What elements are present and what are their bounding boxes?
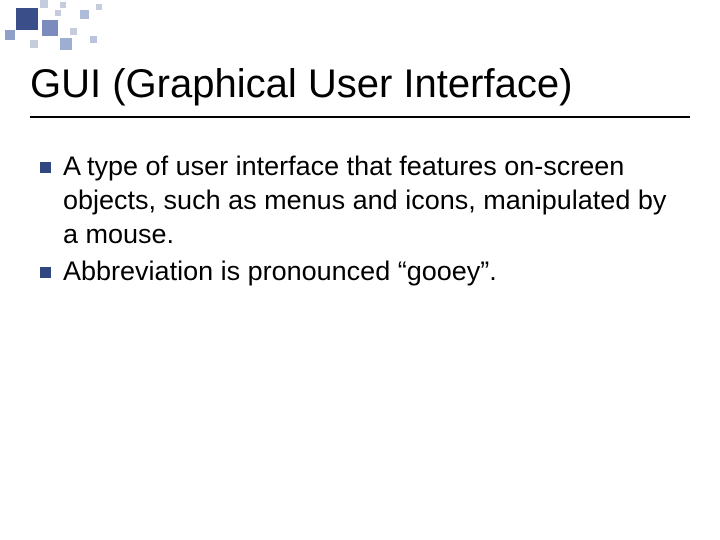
corner-squares-decoration (0, 0, 130, 50)
square-bullet-icon (40, 267, 51, 278)
list-item: Abbreviation is pronounced “gooey”. (40, 255, 680, 289)
title-underline (30, 116, 690, 118)
slide-title: GUI (Graphical User Interface) (30, 62, 572, 107)
bullet-text: A type of user interface that features o… (63, 150, 680, 251)
slide-content: A type of user interface that features o… (40, 150, 680, 293)
square-bullet-icon (40, 162, 51, 173)
bullet-text: Abbreviation is pronounced “gooey”. (63, 255, 497, 289)
list-item: A type of user interface that features o… (40, 150, 680, 251)
